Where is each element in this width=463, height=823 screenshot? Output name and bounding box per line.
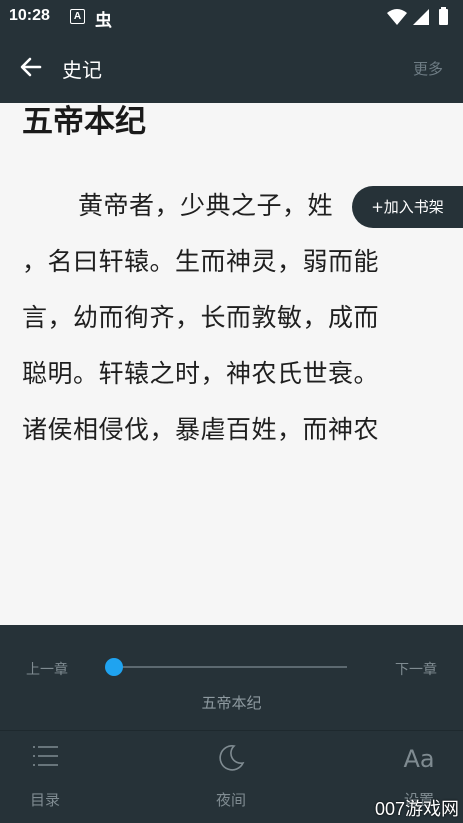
prev-chapter-button[interactable]: 上一章	[26, 659, 68, 679]
text-line: 言，幼而徇齐，长而敦敏，成而	[22, 303, 380, 332]
current-chapter-label: 五帝本纪	[201, 694, 262, 712]
status-bar: 10:28 A 虫	[0, 0, 463, 34]
arrow-back-icon[interactable]	[16, 52, 46, 82]
list-icon	[33, 746, 58, 766]
status-indicators	[387, 7, 448, 25]
nav-label: 目录	[29, 791, 60, 809]
nav-toc-button[interactable]: 目录	[0, 743, 90, 813]
text-line: 诸侯相侵伐，暴虐百姓，而神农	[22, 415, 380, 444]
moon-icon	[219, 745, 245, 771]
battery-icon	[439, 9, 448, 25]
notification-a-icon: A	[70, 9, 85, 24]
toolbar: 史记 更多	[0, 34, 463, 103]
text-line: 聪明。轩辕之时，神农氏世衰。	[22, 359, 380, 388]
nav-night-button[interactable]: 夜间	[186, 743, 276, 813]
reader-control-panel: 上一章 下一章 五帝本纪 目录 夜间 Aa 设置 007游戏网	[0, 625, 463, 823]
divider	[0, 730, 463, 731]
notification-bug-icon: 虫	[95, 11, 112, 31]
add-to-shelf-button[interactable]: +加入书架	[352, 186, 463, 228]
nav-label: 夜间	[215, 791, 246, 809]
slider-thumb[interactable]	[105, 658, 123, 676]
font-aa-icon: Aa	[403, 745, 435, 773]
reader-content[interactable]: 五帝本纪 黄帝者，少典之子，姓 ，名曰轩辕。生而神灵，弱而能 言，幼而徇齐，长而…	[0, 103, 463, 625]
watermark: 007游戏网	[374, 799, 459, 819]
text-line: ，名曰轩辕。生而神灵，弱而能	[22, 247, 380, 276]
status-time: 10:28	[9, 7, 50, 24]
signal-icon	[413, 9, 429, 25]
chapter-progress-slider[interactable]	[114, 666, 347, 668]
wifi-icon	[387, 9, 407, 25]
next-chapter-button[interactable]: 下一章	[395, 659, 437, 679]
chapter-title: 五帝本纪	[22, 104, 146, 140]
book-title: 史记	[62, 58, 102, 82]
more-button[interactable]: 更多	[413, 58, 443, 79]
